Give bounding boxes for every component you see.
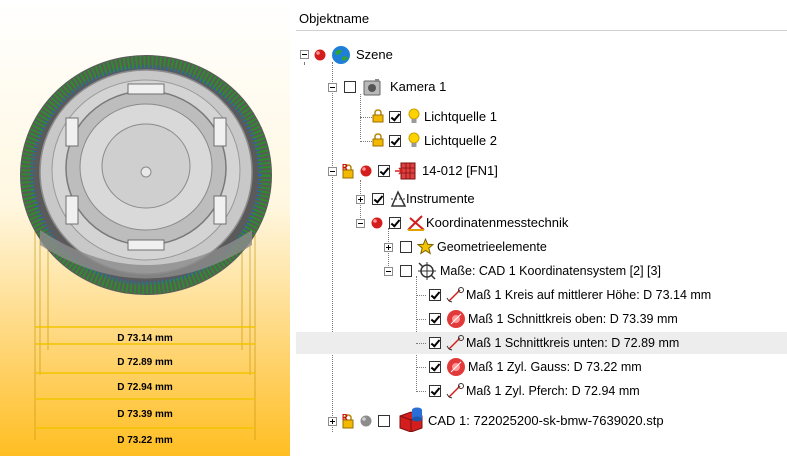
dimension-label: D 73.39 mm <box>117 409 173 420</box>
tree-row-measure-4[interactable]: Maß 1 Zyl. Gauss: D 73.22 mm <box>296 356 787 378</box>
visibility-checkbox[interactable] <box>372 193 384 205</box>
node-label: Maß 1 Schnittkreis oben: D 73.39 mm <box>468 312 678 326</box>
caliper-icon <box>446 287 464 303</box>
tree-row-cad[interactable]: R CAD 1: 722025200-sk-bmw-7639020.stp <box>296 407 787 432</box>
svg-text:R: R <box>342 163 348 172</box>
node-label: Instrumente <box>406 191 475 206</box>
visibility-checkbox[interactable] <box>400 241 412 253</box>
node-label: Szene <box>356 47 393 62</box>
visibility-checkbox[interactable] <box>429 337 441 349</box>
bulb-icon <box>408 132 420 147</box>
caliper-icon <box>446 335 464 351</box>
node-label: Maß 1 Zyl. Pferch: D 72.94 mm <box>466 384 640 398</box>
node-label: 14-012 [FN1] <box>422 163 498 178</box>
node-label: Maß 1 Schnittkreis unten: D 72.89 mm <box>466 336 680 350</box>
tree-row-instrumente[interactable]: Instrumente <box>296 188 787 210</box>
bulb-icon <box>408 108 420 123</box>
globe-icon <box>332 46 350 64</box>
star-icon <box>417 238 434 255</box>
tree-row-part[interactable]: R 14-012 [FN1] <box>296 160 787 182</box>
collapse-toggle[interactable] <box>328 83 337 92</box>
lock-icon <box>372 133 384 147</box>
node-label: Maß 1 Zyl. Gauss: D 73.22 mm <box>468 360 642 374</box>
red-ball-icon <box>314 49 326 61</box>
red-ball-icon <box>360 165 372 177</box>
tree-row-lichtquelle-2[interactable]: Lichtquelle 2 <box>296 130 787 152</box>
tree-row-measure-3[interactable]: Maß 1 Schnittkreis unten: D 72.89 mm <box>296 332 787 354</box>
cad-viewport[interactable]: D 73.14 mm D 72.89 mm D 72.94 mm D 73.39… <box>0 0 290 456</box>
visibility-checkbox[interactable] <box>429 361 441 373</box>
dimension-label: D 73.14 mm <box>117 333 173 344</box>
node-label: Koordinatenmesstechnik <box>426 215 569 230</box>
gray-ball-icon <box>360 415 372 427</box>
red-circle-measure-icon <box>447 358 465 376</box>
tree-row-measure-1[interactable]: Maß 1 Kreis auf mittlerer Höhe: D 73.14 … <box>296 284 787 306</box>
dimension-label: D 72.94 mm <box>117 382 173 393</box>
cad-icon <box>399 407 423 432</box>
node-label: Kamera 1 <box>390 79 447 94</box>
lock-icon <box>372 109 384 123</box>
visibility-checkbox[interactable] <box>429 385 441 397</box>
tree-row-measure-5[interactable]: Maß 1 Zyl. Pferch: D 72.94 mm <box>296 380 787 402</box>
visibility-checkbox[interactable] <box>400 265 412 277</box>
camera-icon <box>363 79 381 96</box>
expand-toggle[interactable] <box>356 195 365 204</box>
caliper-icon <box>446 383 464 399</box>
visibility-checkbox[interactable] <box>389 111 401 123</box>
node-label: CAD 1: 722025200-sk-bmw-7639020.stp <box>428 413 664 428</box>
tree-row-kamera[interactable]: Kamera 1 <box>296 76 787 98</box>
dimension-label: D 73.22 mm <box>117 435 173 446</box>
lock-icon: R <box>342 413 354 429</box>
object-tree-panel[interactable]: Objektname Szene Kamera 1 Lichtquelle 1 <box>296 0 787 456</box>
tree-row-masse[interactable]: Maße: CAD 1 Koordinatensystem [2] [3] <box>296 260 787 282</box>
tree-row-koordinatenmesstechnik[interactable]: Koordinatenmesstechnik <box>296 212 787 234</box>
visibility-checkbox[interactable] <box>429 313 441 325</box>
lock-icon: R <box>342 163 354 179</box>
visibility-checkbox[interactable] <box>378 165 390 177</box>
visibility-checkbox[interactable] <box>389 217 401 229</box>
collapse-toggle[interactable] <box>356 219 365 228</box>
tree-row-measure-2[interactable]: Maß 1 Schnittkreis oben: D 73.39 mm <box>296 308 787 330</box>
dimension-label: D 72.89 mm <box>117 357 173 368</box>
tree-column-header[interactable]: Objektname <box>296 7 787 31</box>
visibility-checkbox[interactable] <box>378 415 390 427</box>
node-label: Maße: CAD 1 Koordinatensystem [2] [3] <box>440 264 661 278</box>
node-label: Geometrieelemente <box>437 240 547 254</box>
tree-row-geometrieelemente[interactable]: Geometrieelemente <box>296 236 787 258</box>
red-ball-icon <box>371 217 383 229</box>
expand-toggle[interactable] <box>328 417 337 426</box>
tree-row-szene[interactable]: Szene <box>296 44 787 66</box>
tree-row-lichtquelle-1[interactable]: Lichtquelle 1 <box>296 106 787 128</box>
visibility-checkbox[interactable] <box>429 289 441 301</box>
collapse-toggle[interactable] <box>300 50 309 59</box>
visibility-checkbox[interactable] <box>344 81 356 93</box>
collapse-toggle[interactable] <box>328 167 337 176</box>
cube-icon <box>395 162 416 180</box>
collapse-toggle[interactable] <box>384 267 393 276</box>
expand-toggle[interactable] <box>384 243 393 252</box>
node-label: Maß 1 Kreis auf mittlerer Höhe: D 73.14 … <box>466 288 712 302</box>
visibility-checkbox[interactable] <box>389 135 401 147</box>
node-label: Lichtquelle 1 <box>424 109 497 124</box>
measure-icon <box>418 262 436 280</box>
cmm-icon <box>407 215 425 231</box>
node-label: Lichtquelle 2 <box>424 133 497 148</box>
red-circle-measure-icon <box>447 310 465 328</box>
svg-text:R: R <box>342 413 348 422</box>
